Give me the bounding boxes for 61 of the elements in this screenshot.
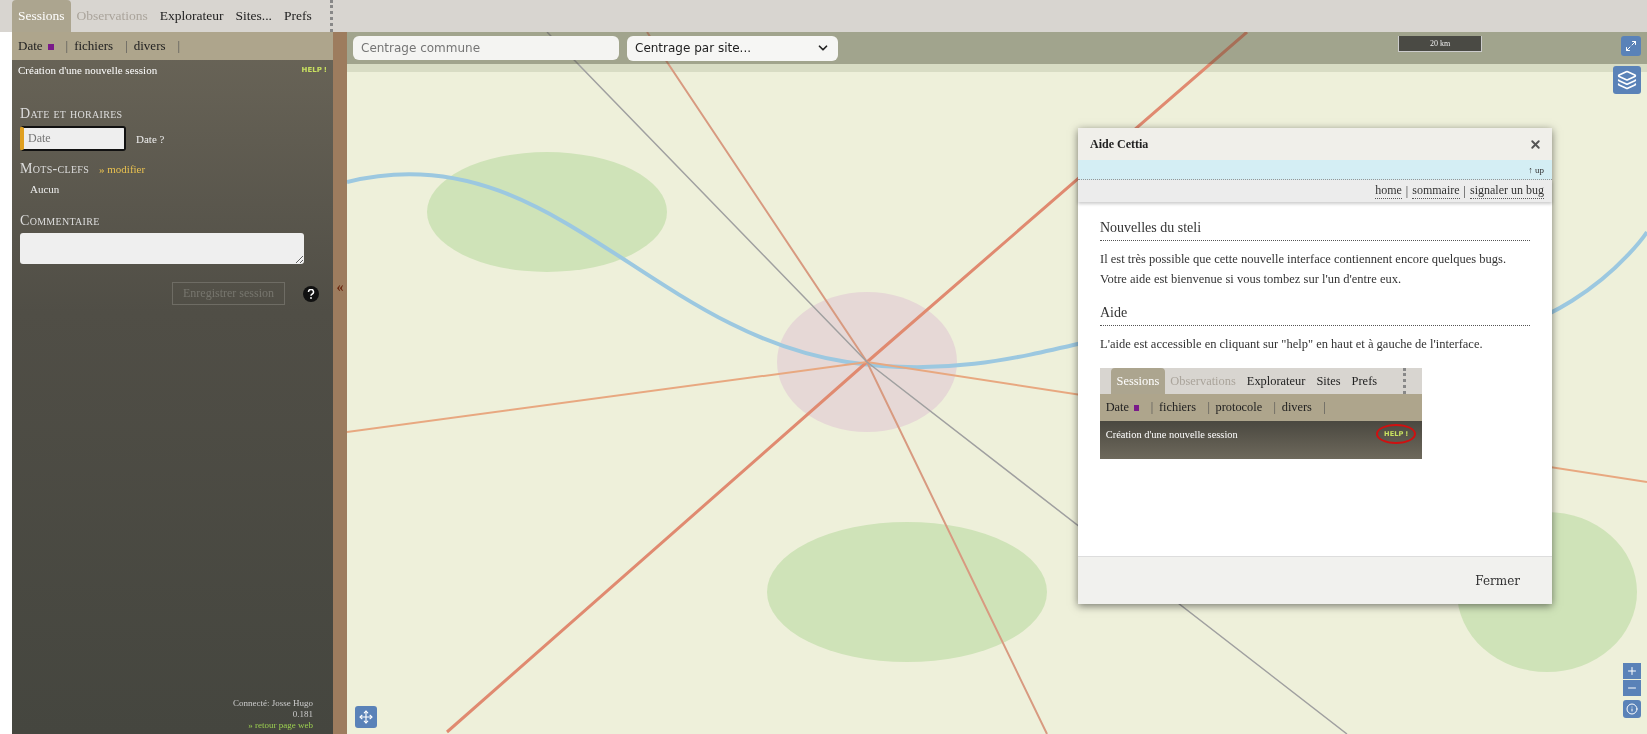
keywords-value: Aucun [30, 183, 61, 195]
separator: | [1273, 399, 1277, 415]
zoom-in-button[interactable] [1623, 663, 1641, 679]
panel-title: Création d'une nouvelle session [1105, 428, 1238, 440]
subnav-link[interactable]: fichiers [74, 38, 120, 54]
section-heading: Aide [1100, 305, 1530, 326]
section-heading: Date et horaires [20, 106, 124, 122]
modify-link[interactable]: » modifier [99, 163, 146, 175]
section-heading: Commentaire [20, 213, 101, 229]
plus-icon [1626, 665, 1638, 677]
tab[interactable]: Explorateur [153, 0, 230, 32]
close-button[interactable]: Fermer [1469, 572, 1526, 589]
separator: | [1207, 399, 1210, 415]
layers-button[interactable] [1613, 66, 1641, 94]
connected-user: Connecté: Josse Hugo [233, 698, 313, 708]
map-scale: 20 km [1398, 36, 1482, 52]
subnav-link[interactable]: divers [133, 38, 172, 54]
expand-icon [1625, 40, 1637, 52]
info-button[interactable] [1623, 700, 1641, 718]
separator: | [65, 38, 69, 54]
pan-button[interactable] [355, 706, 377, 728]
date-field[interactable]: Date [20, 126, 126, 151]
separator: | [1405, 183, 1409, 199]
section-text: Il est très possible que cette nouvelle interface contiennent encore quelques bugs. Votre aide est bienvenue si vous tombez sur l'un d'entre eux. [1100, 251, 1508, 288]
tab[interactable]: Explorateur [1241, 368, 1311, 394]
help-nav-link[interactable]: home [1375, 183, 1402, 199]
up-link[interactable]: ↑ up [1528, 164, 1544, 175]
zoom-out-button[interactable] [1623, 680, 1641, 696]
tab[interactable]: Prefs [1346, 368, 1383, 394]
section-text: L'aide est accessible en cliquant sur "help" en haut et à gauche de l'interface. [1100, 336, 1484, 353]
separator: | [177, 38, 181, 54]
move-icon [359, 710, 373, 724]
site-select[interactable]: Centrage par site... [627, 35, 838, 61]
layers-icon [1617, 70, 1637, 90]
subnav-link[interactable]: fichiers [1159, 399, 1202, 415]
tab[interactable]: Sites... [229, 0, 278, 32]
help-nav-link[interactable]: sommaire [1412, 183, 1460, 199]
help-nav-link[interactable]: signaler un bug [1470, 183, 1544, 199]
separator: | [1150, 399, 1154, 415]
version-number: 0.181 [292, 709, 313, 719]
section-heading: Mots-clefs [20, 161, 89, 177]
separator: | [125, 38, 128, 54]
subnav-link[interactable]: protocole [1215, 399, 1268, 415]
back-link[interactable]: » retour page web [248, 720, 313, 730]
panel-title: Création d'une nouvelle session [18, 64, 158, 76]
tab[interactable]: Sites [1310, 368, 1347, 394]
close-icon[interactable] [1529, 137, 1542, 151]
separator: | [1463, 183, 1466, 199]
subnav-link[interactable]: Date [1105, 399, 1146, 415]
section-heading: Nouvelles du steli [1100, 220, 1530, 241]
subnav-link[interactable]: Date [18, 38, 60, 54]
subnav-link[interactable]: divers [1281, 399, 1318, 415]
comment-field[interactable] [20, 233, 304, 264]
separator: | [1323, 399, 1326, 415]
help-icon[interactable] [303, 285, 319, 302]
info-icon [1626, 703, 1638, 715]
fullscreen-button[interactable] [1621, 36, 1641, 56]
tab[interactable]: Prefs [277, 0, 318, 32]
commune-search-field[interactable]: Centrage commune [353, 36, 619, 60]
date-hint: Date ? [136, 132, 165, 145]
dialog-title: Aide Cettia [1090, 136, 1149, 152]
